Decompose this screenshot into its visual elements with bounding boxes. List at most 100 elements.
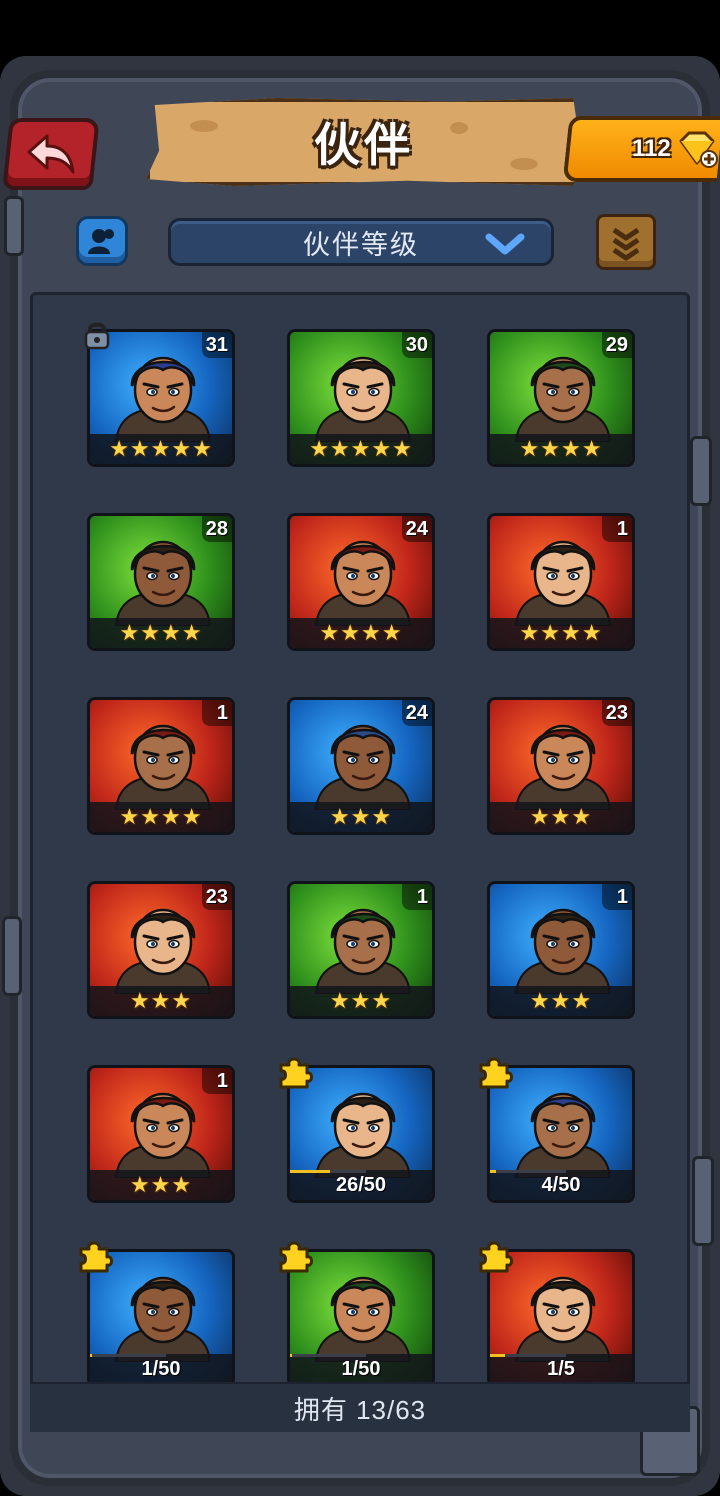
hero-level: 23 [601,700,632,726]
hero-card[interactable]: 1 ★★★★ [487,513,635,651]
hero-level: 24 [401,700,432,726]
hero-card[interactable]: 24 ★★★★ [287,513,435,651]
hero-level: 28 [201,516,232,542]
hero-level: 24 [401,516,432,542]
sort-dropdown-label: 伙伴等级 [303,229,419,260]
hero-card-footer: ★★★★★ [90,434,232,464]
armored-beast-portrait [314,1092,412,1178]
shard-progress-fill [290,1354,292,1357]
owned-count: 拥有 13/63 [293,1394,427,1425]
chevron-down-icon [485,233,525,255]
hero-card-frame: 1 ★★★★ [87,697,235,835]
dark-haired-woman-portrait [514,356,612,442]
hero-card[interactable]: 28 ★★★★ [87,513,235,651]
boar-beast-portrait [314,724,412,810]
werewolf-portrait [114,908,212,994]
hero-card[interactable]: 1/50 [279,1241,435,1387]
hero-card-footer: ★★★★ [290,618,432,648]
frame-rock [692,1156,714,1246]
shard-progress-fill [90,1354,92,1357]
shard-progress-text: 4/50 [541,1173,581,1196]
gem-counter[interactable]: 112 [562,116,720,182]
hero-card[interactable]: 23 ★★★ [487,697,635,835]
hero-card-frame: 1 ★★★★ [487,513,635,651]
star-rating: ★★★★ [319,620,403,645]
star-rating: ★★★ [329,988,393,1013]
hero-card-footer: ★★★★ [490,434,632,464]
wood-knot [510,158,538,170]
green-haired-man-portrait [314,908,412,994]
hero-card-frame: 28 ★★★★ [87,513,235,651]
hero-card[interactable]: 23 ★★★ [87,881,235,1019]
star-rating: ★★★ [129,988,193,1013]
star-rating: ★★★ [329,804,393,829]
hero-card[interactable]: 31 ★★★★★ [84,322,235,467]
wood-knot [190,120,218,132]
hero-level: 1 [602,516,632,542]
hero-card[interactable]: 29 ★★★★ [487,329,635,467]
lock-icon [84,322,110,350]
star-rating: ★★★★ [519,620,603,645]
team-formation-button[interactable] [76,216,128,266]
rank-chevrons-icon [612,227,640,261]
hero-card-frame: 1 ★★★ [287,881,435,1019]
hero-level: 1 [402,884,432,910]
hero-card-footer: ★★★ [290,802,432,832]
shard-progress-track [290,1170,366,1173]
hero-level: 31 [201,332,232,358]
hero-level: 23 [201,884,232,910]
hero-card[interactable]: 1 ★★★ [287,881,435,1019]
star-rating: ★★★ [529,988,593,1013]
hero-list-panel[interactable]: 31 ★★★★★ 30 ★★★★★ 29 ★★★★ 28 ★★★★ 24 ★★★★ 1 ★★★★ 1 ★★… [30,292,690,1432]
star-rating: ★★★★ [519,436,603,461]
hero-card[interactable]: 1/5 [479,1241,635,1387]
frame-rock [4,196,24,256]
shard-progress-text: 1/50 [141,1357,181,1380]
hero-level: 1 [202,700,232,726]
hero-card[interactable]: 1 ★★★ [487,881,635,1019]
gem-count: 112 [632,135,671,162]
hero-card-frame: 29 ★★★★ [487,329,635,467]
title-banner: 伙伴 [146,98,582,186]
hero-level: 1 [602,884,632,910]
hero-card-frame: 24 ★★★ [287,697,435,835]
frame-rock [690,436,712,506]
sort-dropdown[interactable]: 伙伴等级 [168,218,554,266]
hero-grid: 31 ★★★★★ 30 ★★★★★ 29 ★★★★ 28 ★★★★ 24 ★★★★ 1 ★★★★ 1 ★★… [33,295,687,1429]
hero-card-footer: 26/50 [290,1170,432,1200]
back-button[interactable] [2,118,100,190]
hero-card-footer: ★★★★ [90,802,232,832]
long-haired-man-portrait [314,1276,412,1362]
puzzle-piece-icon [79,1241,113,1273]
hero-card-footer: ★★★ [90,986,232,1016]
hero-card[interactable]: 1 ★★★ [87,1065,235,1203]
status-bar [0,0,720,56]
red-beast-portrait [114,1092,212,1178]
shard-progress-fill [490,1354,505,1357]
hero-card[interactable]: 30 ★★★★★ [287,329,435,467]
hero-card[interactable]: 4/50 [479,1057,635,1203]
star-rating: ★★★★ [119,804,203,829]
filter-button[interactable] [596,214,656,270]
hero-card-footer: ★★★★ [90,618,232,648]
blue-haired-woman-portrait [514,1092,612,1178]
hero-level: 29 [601,332,632,358]
star-rating: ★★★★★ [109,436,213,461]
hero-card-frame: 23 ★★★ [487,697,635,835]
team-icon [88,229,114,254]
lizard-red-cap-portrait [514,540,612,626]
hero-card[interactable]: 26/50 [279,1057,435,1203]
back-arrow-icon [27,134,75,174]
page-title: 伙伴 [314,119,414,171]
hero-card-frame: 24 ★★★★ [287,513,435,651]
hero-card[interactable]: 1 ★★★★ [87,697,235,835]
hero-card[interactable]: 1/50 [79,1241,235,1387]
frame-rock [2,916,22,996]
hooded-elf-portrait [314,356,412,442]
hero-card[interactable]: 24 ★★★ [287,697,435,835]
hero-card-footer: 4/50 [490,1170,632,1200]
blonde-woman-skull-portrait [514,724,612,810]
shard-progress-text: 1/5 [547,1357,575,1380]
hero-card-footer: ★★★★★ [290,434,432,464]
owned-count-bar: 拥有 13/63 [30,1382,690,1432]
